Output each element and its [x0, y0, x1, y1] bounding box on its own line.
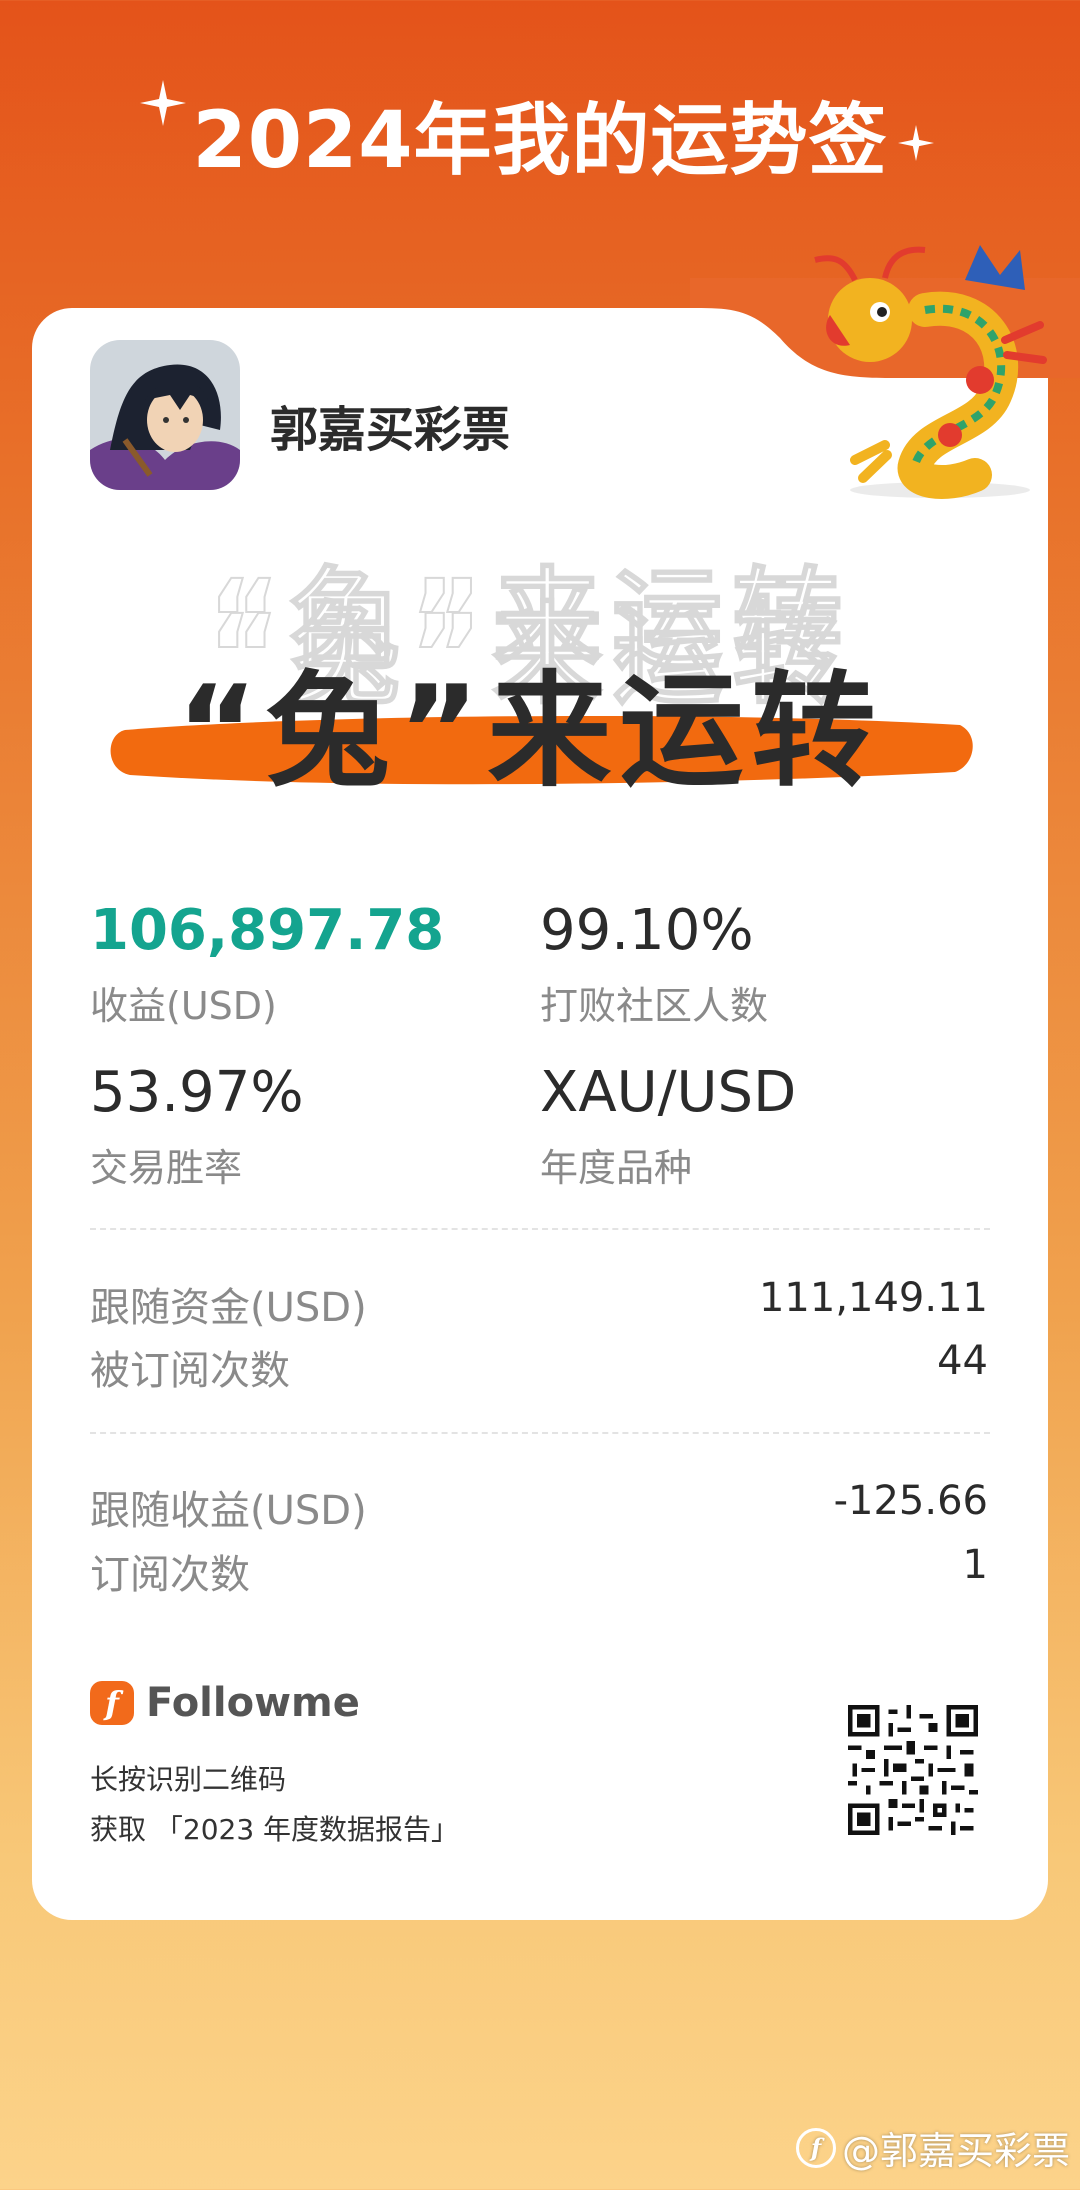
follow-profit-value: -125.66: [833, 1478, 988, 1524]
divider: [90, 1432, 990, 1434]
stat-beat-label: 打败社区人数: [540, 984, 769, 1028]
watermark-text: @郭嘉买彩票: [841, 2129, 1070, 2173]
follow-funds-label: 跟随资金(USD): [90, 1285, 367, 1331]
subscription-count-value: 1: [962, 1542, 988, 1588]
avatar: [90, 340, 240, 490]
watermark-logo-icon: f: [795, 2127, 836, 2168]
brand-name: Followme: [146, 1680, 360, 1726]
followme-logo-icon: f: [90, 1681, 134, 1725]
qr-code-icon[interactable]: [848, 1705, 978, 1835]
avatar-illustration-icon: [90, 340, 240, 490]
subscription-count-label: 订阅次数: [90, 1552, 250, 1598]
stat-profit-value: 106,897.78: [90, 898, 445, 963]
stat-symbol-value: XAU/USD: [540, 1060, 797, 1125]
divider: [90, 1228, 990, 1230]
followme-brand: f Followme: [90, 1678, 360, 1728]
watermark: f @郭嘉买彩票: [795, 2120, 1070, 2175]
stat-beat-value: 99.10%: [540, 898, 754, 963]
sparkle-icon: [898, 125, 934, 161]
dragon-mascot-icon: [814, 245, 1047, 499]
slogan: “兔”来运转: [176, 660, 884, 804]
stat-winrate-label: 交易胜率: [90, 1146, 243, 1190]
username: 郭嘉买彩票: [270, 402, 511, 458]
subscribed-count-value: 44: [937, 1338, 988, 1384]
qr-instruction: 长按识别二维码: [90, 1763, 287, 1796]
stat-profit-label: 收益(USD): [90, 984, 277, 1028]
subscribed-count-label: 被订阅次数: [90, 1348, 290, 1394]
qr-report-caption: 获取 「2023 年度数据报告」: [90, 1813, 460, 1846]
stat-winrate-value: 53.97%: [90, 1060, 304, 1125]
stat-symbol-label: 年度品种: [540, 1146, 693, 1190]
follow-funds-value: 111,149.11: [758, 1275, 988, 1321]
follow-profit-label: 跟随收益(USD): [90, 1488, 367, 1534]
